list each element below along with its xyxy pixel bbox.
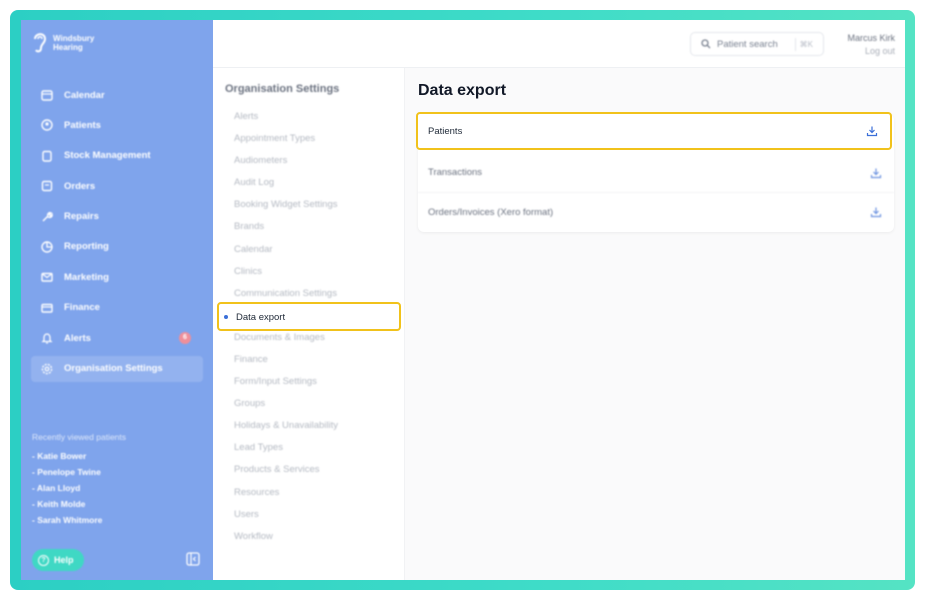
recent-patient-link[interactable]: - Katie Bower [32,448,202,464]
subnav-item-audit-log[interactable]: Audit Log [213,172,405,194]
sidebar-item-repairs[interactable]: Repairs [31,204,203,230]
logout-link[interactable]: Log out [847,45,895,58]
download-icon[interactable] [870,206,882,218]
sidebar-item-reporting[interactable]: Reporting [31,234,203,260]
search-placeholder: Patient search [717,38,778,50]
pie-chart-icon [40,240,54,254]
settings-subnav: Organisation Settings Alerts Appointment… [213,68,405,580]
sidebar-item-orders[interactable]: Orders [31,173,203,199]
download-icon[interactable] [870,167,882,179]
sidebar-item-calendar[interactable]: Calendar [31,82,203,108]
export-row-orders-invoices[interactable]: Orders/Invoices (Xero format) [418,193,894,233]
subnav-item-label: Data export [236,311,286,323]
sidebar-item-label: Orders [64,180,96,192]
sidebar-item-label: Alerts [64,332,91,344]
subnav-item-workflow[interactable]: Workflow [213,526,405,548]
search-shortcut: ⌘K [794,37,817,51]
export-list-card: Patients Transactions Orders/Invoices (X… [416,112,894,233]
collapse-sidebar-icon[interactable] [186,552,200,566]
wrench-icon [40,210,54,224]
sidebar-nav: Calendar Patients Stock Management Order… [21,82,213,386]
recent-patients-title: Recently viewed patients [32,432,127,442]
sidebar-item-label: Patients [64,119,101,131]
mail-icon [40,270,54,284]
recent-patient-link[interactable]: - Keith Molde [32,496,202,512]
sidebar-item-label: Calendar [64,89,105,101]
subnav-item-holidays-unavailability[interactable]: Holidays & Unavailability [213,415,405,437]
subnav-item-documents-images[interactable]: Documents & Images [213,327,405,349]
sidebar-item-label: Finance [64,302,100,314]
subnav-item-audiometers[interactable]: Audiometers [213,150,405,172]
app-window: Windsbury Hearing Calendar Patients Stoc… [21,20,905,580]
top-header: Patient search ⌘K Marcus Kirk Log out [213,20,905,68]
stock-icon [40,149,54,163]
subnav-item-groups[interactable]: Groups [213,393,405,415]
brand-name-line2: Hearing [53,43,83,52]
export-rows: Transactions Orders/Invoices (Xero forma… [418,154,894,233]
subnav-item-form-input-settings[interactable]: Form/Input Settings [213,371,405,393]
sidebar-item-finance[interactable]: Finance [31,295,203,321]
subnav-item-appointment-types[interactable]: Appointment Types [213,128,405,150]
sidebar-item-marketing[interactable]: Marketing [31,264,203,290]
sidebar: Windsbury Hearing Calendar Patients Stoc… [21,20,213,580]
subnav-item-alerts[interactable]: Alerts [213,106,405,128]
export-label: Patients [428,125,463,137]
sidebar-item-label: Organisation Settings [64,363,163,375]
orders-icon [40,179,54,193]
sidebar-item-stock-management[interactable]: Stock Management [31,143,203,169]
subnav-item-brands[interactable]: Brands [213,216,405,238]
sidebar-item-label: Reporting [64,241,109,253]
active-indicator-dot [224,314,228,319]
bell-icon [40,331,54,345]
sidebar-item-label: Repairs [64,211,99,223]
subnav-item-calendar[interactable]: Calendar [213,239,405,261]
subnav-item-lead-types[interactable]: Lead Types [213,437,405,459]
calendar-icon [40,88,54,102]
sidebar-item-patients[interactable]: Patients [31,112,203,138]
subnav-item-booking-widget-settings[interactable]: Booking Widget Settings [213,194,405,216]
export-label: Orders/Invoices (Xero format) [428,207,554,219]
sidebar-item-alerts[interactable]: Alerts 6 [31,325,203,351]
help-label: Help [54,555,74,565]
subnav-item-resources[interactable]: Resources [213,482,405,504]
page-title: Data export [418,82,507,99]
user-name: Marcus Kirk [847,33,895,43]
sidebar-item-label: Marketing [64,271,109,283]
gear-icon [40,362,54,376]
sidebar-item-label: Stock Management [64,150,151,162]
brand-name: Windsbury Hearing [53,34,113,52]
user-menu: Marcus Kirk Log out [847,32,895,58]
brand-logo[interactable]: Windsbury Hearing [31,30,113,56]
search-icon [701,39,711,49]
patient-search-input[interactable]: Patient search ⌘K [690,32,824,56]
recent-patient-link[interactable]: - Alan Lloyd [32,480,202,496]
export-label: Transactions [428,167,483,179]
export-row-patients[interactable]: Patients [416,112,892,150]
subnav-item-users[interactable]: Users [213,504,405,526]
sidebar-item-organisation-settings[interactable]: Organisation Settings [31,355,203,382]
subnav-item-clinics[interactable]: Clinics [213,261,405,283]
subnav-title: Organisation Settings [225,83,340,95]
recent-patients: Recently viewed patients - Katie Bower -… [32,432,202,528]
export-row-transactions[interactable]: Transactions [418,154,894,193]
download-icon[interactable] [866,125,878,137]
subnav-list: Alerts Appointment Types Audiometers Aud… [213,106,405,548]
question-icon: ? [38,554,49,566]
brand-name-line1: Windsbury [53,34,95,43]
subnav-item-products-services[interactable]: Products & Services [213,459,405,481]
recent-patient-link[interactable]: - Sarah Whitmore [32,512,202,528]
alerts-count-badge: 6 [179,332,191,345]
recent-patient-link[interactable]: - Penelope Twine [32,464,202,480]
ear-logo-icon [34,33,47,53]
help-button[interactable]: ? Help [32,549,84,571]
subnav-item-finance[interactable]: Finance [213,349,405,371]
card-icon [40,301,54,315]
main-content: Data export Patients Transactions Orders… [405,68,905,580]
patients-icon [40,118,54,132]
